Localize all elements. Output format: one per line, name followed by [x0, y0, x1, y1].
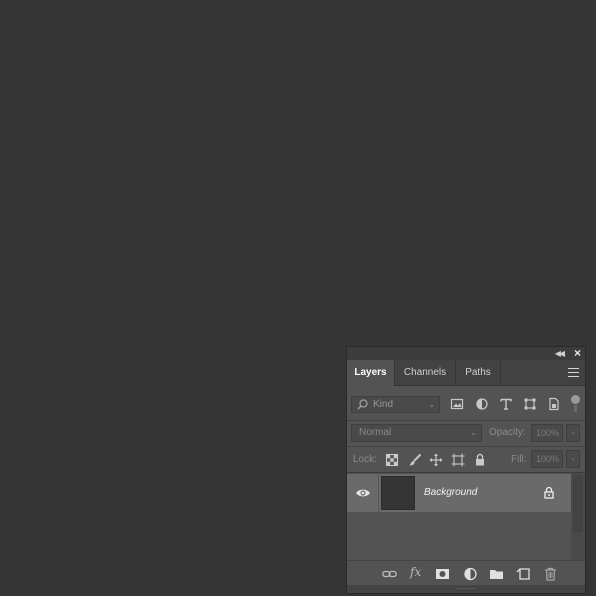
opacity-label: Opacity:: [489, 427, 526, 438]
search-icon: [357, 399, 368, 410]
chevron-down-icon: ⌄: [470, 428, 477, 437]
lock-transparent-pixels-icon[interactable]: [385, 453, 399, 467]
tab-channels[interactable]: Channels: [395, 360, 456, 385]
filter-toggle-icon[interactable]: [571, 395, 580, 404]
panel-title-bar[interactable]: ◀◀ ×: [347, 346, 585, 360]
tab-layers[interactable]: Layers: [347, 360, 395, 386]
layer-name[interactable]: Background: [424, 487, 477, 498]
blend-mode-value: Normal: [359, 427, 392, 438]
type-layer-filter-icon[interactable]: [499, 397, 513, 411]
filter-toggle-stem: [574, 405, 577, 412]
add-mask-icon[interactable]: [435, 567, 450, 581]
layers-panel: ◀◀ × Layers Channels Paths Kind ⌄ Normal…: [346, 346, 586, 594]
lock-position-icon[interactable]: [429, 453, 443, 467]
lock-image-pixels-icon[interactable]: [408, 453, 422, 467]
layer-lock-icon[interactable]: [543, 486, 555, 499]
chevron-down-icon: ⌄: [428, 400, 435, 409]
panel-tab-bar: Layers Channels Paths: [347, 360, 585, 386]
divider: [347, 420, 585, 421]
filter-kind-label: Kind: [373, 399, 394, 410]
trash-icon[interactable]: [543, 567, 558, 581]
fill-field[interactable]: 100%: [531, 450, 563, 468]
adjustment-layer-filter-icon[interactable]: [475, 397, 489, 411]
layer-thumbnail[interactable]: [381, 476, 415, 510]
filter-row: Kind ⌄: [347, 387, 585, 422]
tab-paths[interactable]: Paths: [456, 360, 501, 385]
smart-object-filter-icon[interactable]: [547, 397, 561, 411]
lock-artboard-icon[interactable]: [451, 453, 465, 467]
pixel-layer-filter-icon[interactable]: [450, 397, 464, 411]
divider: [347, 446, 585, 447]
shape-layer-filter-icon[interactable]: [523, 397, 537, 411]
scrollbar-thumb[interactable]: [573, 475, 583, 532]
collapse-panel-icon[interactable]: ◀◀: [555, 348, 565, 359]
layers-list: Background: [347, 473, 571, 560]
lock-all-icon[interactable]: [473, 453, 487, 467]
blend-mode-select[interactable]: Normal ⌄: [351, 424, 482, 442]
new-layer-icon[interactable]: [516, 567, 531, 581]
panel-resize-grip[interactable]: [347, 585, 585, 593]
opacity-field[interactable]: 100%: [531, 424, 563, 442]
link-layers-icon[interactable]: [382, 567, 397, 581]
fill-dropdown-icon[interactable]: ⌄: [566, 450, 580, 468]
new-group-icon[interactable]: [489, 567, 504, 581]
close-panel-icon[interactable]: ×: [574, 346, 581, 360]
eye-icon[interactable]: [355, 486, 371, 500]
new-adjustment-layer-icon[interactable]: [463, 567, 478, 581]
fx-icon[interactable]: fx: [410, 565, 421, 579]
layers-bottom-toolbar: fx: [347, 560, 585, 586]
opacity-dropdown-icon[interactable]: ⌄: [566, 424, 580, 442]
fill-label: Fill:: [511, 454, 527, 465]
lock-label: Lock:: [353, 454, 377, 465]
layer-row-background[interactable]: Background: [347, 474, 571, 512]
filter-kind-select[interactable]: Kind ⌄: [351, 396, 440, 413]
divider: [378, 474, 379, 512]
panel-menu-icon[interactable]: [568, 368, 579, 377]
